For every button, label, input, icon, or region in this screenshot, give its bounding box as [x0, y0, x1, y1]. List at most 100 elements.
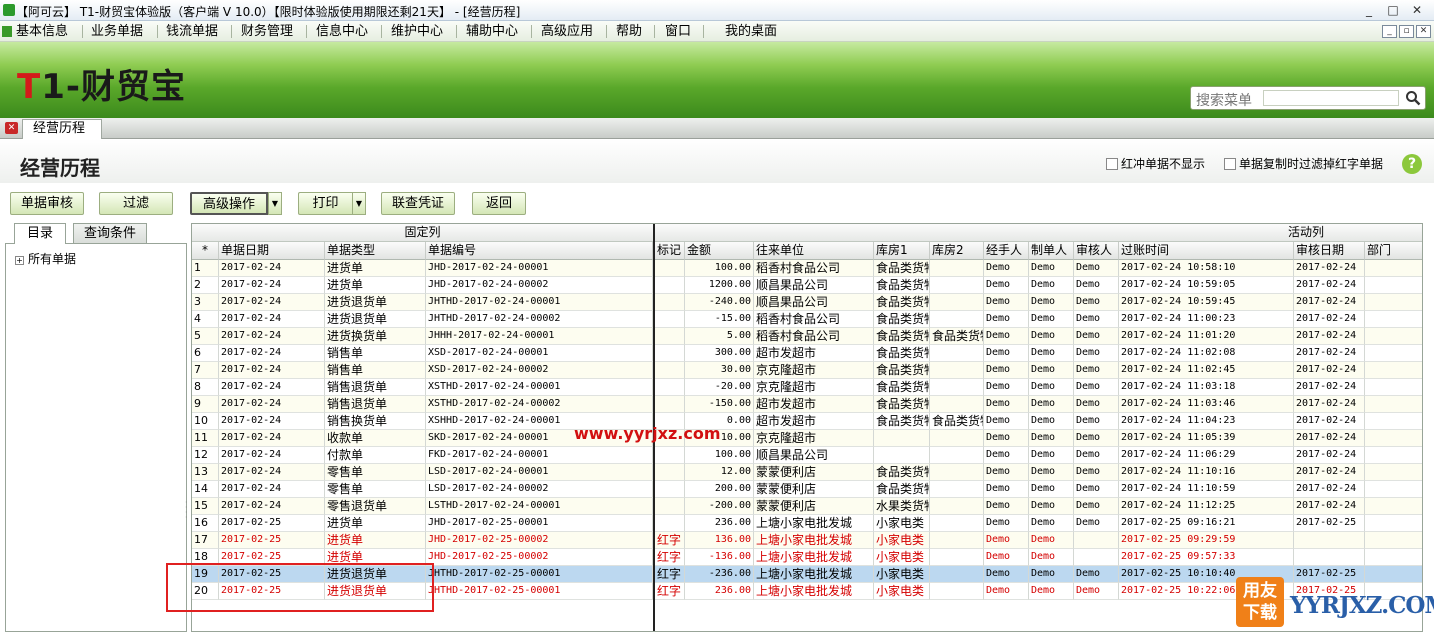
table-row[interactable]: 9 2017-02-24 销售退货单 XSTHD-2017-02-24-00002 -1…: [192, 396, 1422, 413]
cell-dept: [1365, 447, 1422, 464]
filter-red-on-copy-checkbox[interactable]: [1224, 158, 1236, 170]
cell-post-time: 2017-02-24 10:59:05: [1119, 277, 1294, 294]
tree-item-all-docs[interactable]: + 所有单据: [15, 250, 76, 267]
cell-doc-type: 进货单: [325, 515, 426, 532]
cell-partner: 稻香村食品公司: [754, 311, 874, 328]
cell-doc-no: JHTHD-2017-02-24-00001: [426, 294, 653, 311]
table-row[interactable]: 16 2017-02-25 进货单 JHD-2017-02-25-00001 236.0…: [192, 515, 1422, 532]
audit-button[interactable]: 单据审核: [10, 192, 84, 215]
table-row[interactable]: 7 2017-02-24 销售单 XSD-2017-02-24-00002 30.00 京…: [192, 362, 1422, 379]
cell-handler: Demo: [984, 549, 1029, 566]
column-header-warehouse1[interactable]: 库房1: [874, 242, 930, 260]
column-header-auditor[interactable]: 审核人: [1074, 242, 1119, 260]
column-header-post-time[interactable]: 过账时间: [1119, 242, 1294, 260]
cell-partner: 上塘小家电批发城: [754, 532, 874, 549]
menu-info-center[interactable]: 信息中心: [316, 23, 368, 40]
cell-warehouse1: 食品类货物: [874, 396, 930, 413]
table-row[interactable]: 6 2017-02-24 销售单 XSD-2017-02-24-00001 300.00…: [192, 345, 1422, 362]
mdi-minimize-button[interactable]: _: [1382, 25, 1397, 38]
column-header-mark[interactable]: 标记: [655, 242, 685, 260]
splitter-handle[interactable]: · · · ·: [185, 499, 189, 522]
column-header-handler[interactable]: 经手人: [984, 242, 1029, 260]
tab-query-conditions[interactable]: 查询条件: [73, 223, 147, 244]
menu-my-desktop[interactable]: 我的桌面: [725, 23, 777, 40]
table-row[interactable]: 4 2017-02-24 进货退货单 JHTHD-2017-02-24-00002 -1…: [192, 311, 1422, 328]
cell-post-time: 2017-02-24 11:05:39: [1119, 430, 1294, 447]
menu-business-docs[interactable]: 业务单据: [91, 23, 143, 40]
table-row[interactable]: 13 2017-02-24 零售单 LSD-2017-02-24-00001 12.00…: [192, 464, 1422, 481]
table-row[interactable]: 17 2017-02-25 进货单 JHD-2017-02-25-00002 红字 136…: [192, 532, 1422, 549]
cell-rownum: 1: [192, 260, 219, 277]
page-header: 经营历程 红冲单据不显示 单据复制时过滤掉红字单据 ?: [0, 139, 1434, 183]
menu-advanced[interactable]: 高级应用: [541, 23, 593, 40]
table-row[interactable]: 8 2017-02-24 销售退货单 XSTHD-2017-02-24-00001 -2…: [192, 379, 1422, 396]
menu-help[interactable]: 帮助: [616, 23, 642, 40]
cell-warehouse1: 食品类货物: [874, 413, 930, 430]
menu-separator: [381, 25, 382, 38]
close-button[interactable]: ✕: [1406, 2, 1428, 18]
cell-doc-type: 付款单: [325, 447, 426, 464]
table-row[interactable]: 11 2017-02-24 收款单 SKD-2017-02-24-00001 10.00…: [192, 430, 1422, 447]
advanced-ops-dropdown-icon[interactable]: ▼: [268, 192, 282, 215]
cell-partner: 京克隆超市: [754, 379, 874, 396]
tab-business-history[interactable]: 经营历程: [22, 119, 102, 139]
table-row[interactable]: 1 2017-02-24 进货单 JHD-2017-02-24-00001 100.00…: [192, 260, 1422, 277]
link-voucher-button[interactable]: 联查凭证: [381, 192, 455, 215]
menu-finance[interactable]: 财务管理: [241, 23, 293, 40]
cell-dept: [1365, 515, 1422, 532]
cell-doc-no: JHD-2017-02-25-00002: [426, 549, 653, 566]
filter-red-on-copy-option[interactable]: 单据复制时过滤掉红字单据: [1224, 157, 1383, 171]
table-row[interactable]: 14 2017-02-24 零售单 LSD-2017-02-24-00002 200.0…: [192, 481, 1422, 498]
table-row[interactable]: 15 2017-02-24 零售退货单 LSTHD-2017-02-24-00001-…: [192, 498, 1422, 515]
cell-auditor: Demo: [1074, 430, 1119, 447]
help-icon[interactable]: ?: [1402, 154, 1422, 174]
minimize-button[interactable]: _: [1358, 2, 1380, 18]
print-dropdown-icon[interactable]: ▼: [352, 192, 366, 215]
search-input[interactable]: [1263, 90, 1399, 106]
column-header-creator[interactable]: 制单人: [1029, 242, 1074, 260]
cell-doc-no: LSD-2017-02-24-00002: [426, 481, 653, 498]
table-row[interactable]: 12 2017-02-24 付款单 FKD-2017-02-24-00001 100.0…: [192, 447, 1422, 464]
column-header-amount[interactable]: 金额: [685, 242, 754, 260]
hide-red-offset-checkbox[interactable]: [1106, 158, 1118, 170]
back-button[interactable]: 返回: [472, 192, 526, 215]
menu-search[interactable]: 搜索菜单: [1190, 86, 1426, 110]
cell-date: 2017-02-24: [219, 498, 325, 515]
column-header-audit-date[interactable]: 审核日期: [1294, 242, 1365, 260]
mdi-restore-button[interactable]: ▫: [1399, 25, 1414, 38]
tab-directory[interactable]: 目录: [14, 223, 66, 244]
search-icon[interactable]: [1405, 90, 1421, 106]
close-tab-icon[interactable]: ✕: [5, 122, 18, 134]
column-header-doc-no[interactable]: 单据编号: [426, 242, 653, 260]
hide-red-offset-option[interactable]: 红冲单据不显示: [1106, 157, 1205, 171]
table-row[interactable]: 5 2017-02-24 进货换货单 JHHH-2017-02-24-00001 5.0…: [192, 328, 1422, 345]
expand-icon[interactable]: +: [15, 256, 24, 265]
mdi-close-button[interactable]: ✕: [1416, 25, 1431, 38]
table-row[interactable]: 3 2017-02-24 进货退货单 JHTHD-2017-02-24-00001 -2…: [192, 294, 1422, 311]
cell-auditor: Demo: [1074, 481, 1119, 498]
column-header-doc-type[interactable]: 单据类型: [325, 242, 426, 260]
column-header-warehouse2[interactable]: 库房2: [930, 242, 984, 260]
column-header-rownum[interactable]: *: [192, 242, 219, 260]
menu-maintenance[interactable]: 维护中心: [391, 23, 443, 40]
advanced-ops-button[interactable]: 高级操作: [190, 192, 268, 215]
column-header-date[interactable]: 单据日期: [219, 242, 325, 260]
cell-warehouse2: [930, 430, 984, 447]
cell-handler: Demo: [984, 532, 1029, 549]
menu-cash-docs[interactable]: 钱流单据: [166, 23, 218, 40]
column-header-partner[interactable]: 往来单位: [754, 242, 874, 260]
table-row[interactable]: 2 2017-02-24 进货单 JHD-2017-02-24-00002 1200.0…: [192, 277, 1422, 294]
menu-window[interactable]: 窗口: [665, 23, 691, 40]
cell-date: 2017-02-24: [219, 345, 325, 362]
maximize-button[interactable]: □: [1382, 2, 1404, 18]
menu-aux-center[interactable]: 辅助中心: [466, 23, 518, 40]
cell-doc-no: JHD-2017-02-24-00002: [426, 277, 653, 294]
cell-doc-no: JHHH-2017-02-24-00001: [426, 328, 653, 345]
table-row[interactable]: 10 2017-02-24 销售换货单 XSHHD-2017-02-24-00001 0…: [192, 413, 1422, 430]
cell-creator: Demo: [1029, 515, 1074, 532]
filter-button[interactable]: 过滤: [99, 192, 173, 215]
cell-mark: 红字: [655, 549, 685, 566]
column-header-dept[interactable]: 部门: [1365, 242, 1422, 260]
menu-basic-info[interactable]: 基本信息: [16, 23, 68, 40]
print-button[interactable]: 打印: [298, 192, 352, 215]
